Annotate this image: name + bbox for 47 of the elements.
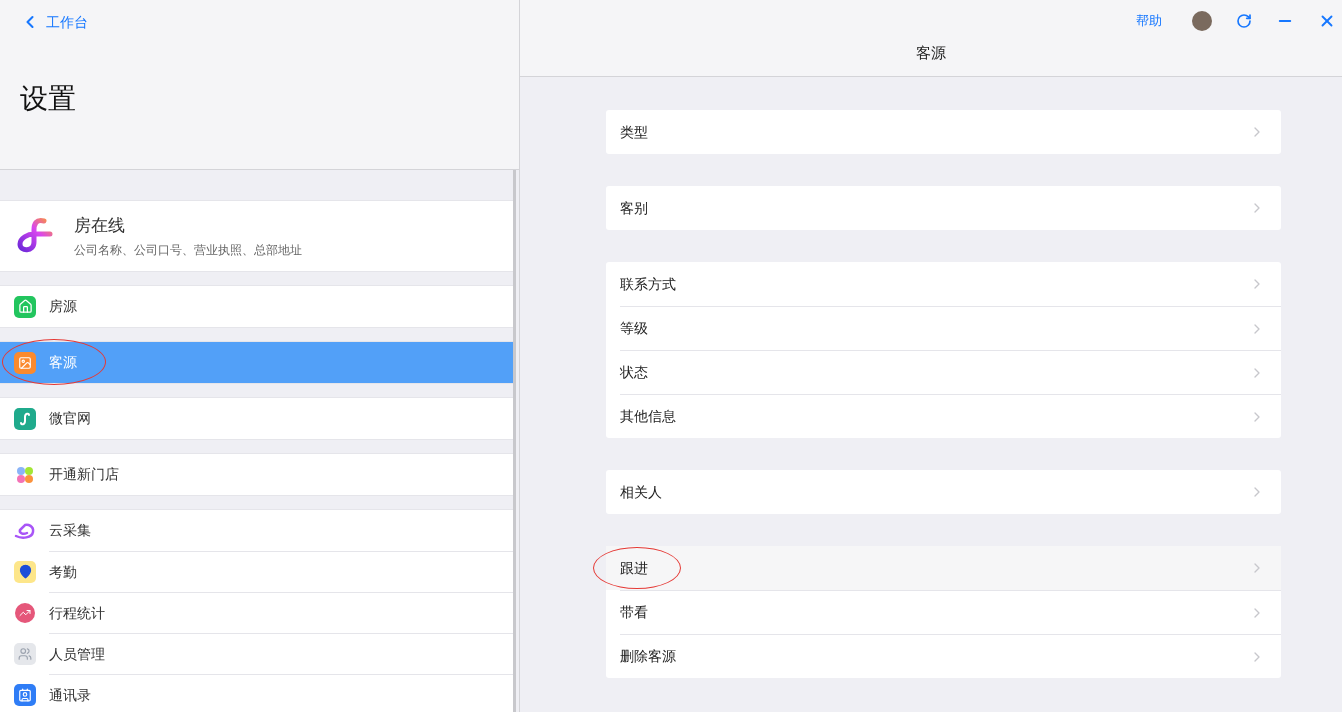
row-label: 相关人 — [620, 482, 663, 502]
settings-row[interactable]: 联系方式 — [606, 262, 1281, 306]
settings-row[interactable]: 状态 — [606, 350, 1281, 394]
sidebar-item[interactable]: 开通新门店 — [0, 454, 513, 495]
sidebar-item-label: 开通新门店 — [49, 465, 120, 484]
company-subtitle: 公司名称、公司口号、营业执照、总部地址 — [74, 241, 302, 259]
panel-title: 客源 — [916, 43, 946, 63]
row-label: 删除客源 — [620, 647, 677, 666]
row-label: 状态 — [620, 363, 649, 382]
petals-icon — [15, 464, 35, 485]
back-link[interactable]: 工作台 — [20, 12, 88, 32]
page-title: 设置 — [20, 82, 76, 116]
company-name: 房在线 — [74, 215, 126, 238]
sidebar-item-label: 房源 — [49, 297, 78, 316]
settings-row[interactable]: 相关人 — [606, 470, 1281, 514]
row-label: 跟进 — [620, 558, 649, 578]
sidebar-item[interactable]: 云采集 — [0, 510, 513, 551]
row-label: 类型 — [620, 122, 649, 142]
row-label: 等级 — [620, 319, 649, 338]
house-icon — [14, 295, 36, 318]
sidebar-item[interactable]: 房源 — [0, 286, 513, 327]
row-label: 联系方式 — [620, 274, 677, 294]
row-label: 客别 — [620, 198, 649, 218]
picture-icon — [14, 351, 36, 374]
settings-row[interactable]: 删除客源 — [606, 634, 1281, 678]
sidebar-item[interactable]: 微官网 — [0, 398, 513, 439]
settings-row[interactable]: 其他信息 — [606, 394, 1281, 438]
refresh-icon[interactable] — [1236, 13, 1252, 29]
curve-icon — [14, 407, 36, 430]
settings-row[interactable]: 客别 — [606, 186, 1281, 230]
settings-row[interactable]: 带看 — [606, 590, 1281, 634]
settings-row[interactable]: 等级 — [606, 306, 1281, 350]
avatar[interactable] — [1192, 11, 1212, 31]
sidebar-item-label: 客源 — [49, 353, 78, 372]
people-icon — [14, 642, 36, 665]
contact-icon — [14, 683, 36, 706]
map-pin-icon — [14, 560, 36, 583]
swirl-icon — [14, 521, 36, 540]
sidebar-item-label: 微官网 — [49, 409, 92, 428]
trend-icon — [15, 602, 35, 623]
sidebar-item-label: 云采集 — [49, 521, 92, 540]
settings-row[interactable]: 类型 — [606, 110, 1281, 154]
company-row[interactable]: 房在线 公司名称、公司口号、营业执照、总部地址 — [0, 200, 513, 272]
settings-row[interactable]: 跟进 — [606, 546, 1281, 590]
help-link[interactable]: 帮助 — [1136, 11, 1162, 31]
row-label: 其他信息 — [620, 407, 677, 426]
row-label: 带看 — [620, 603, 649, 622]
